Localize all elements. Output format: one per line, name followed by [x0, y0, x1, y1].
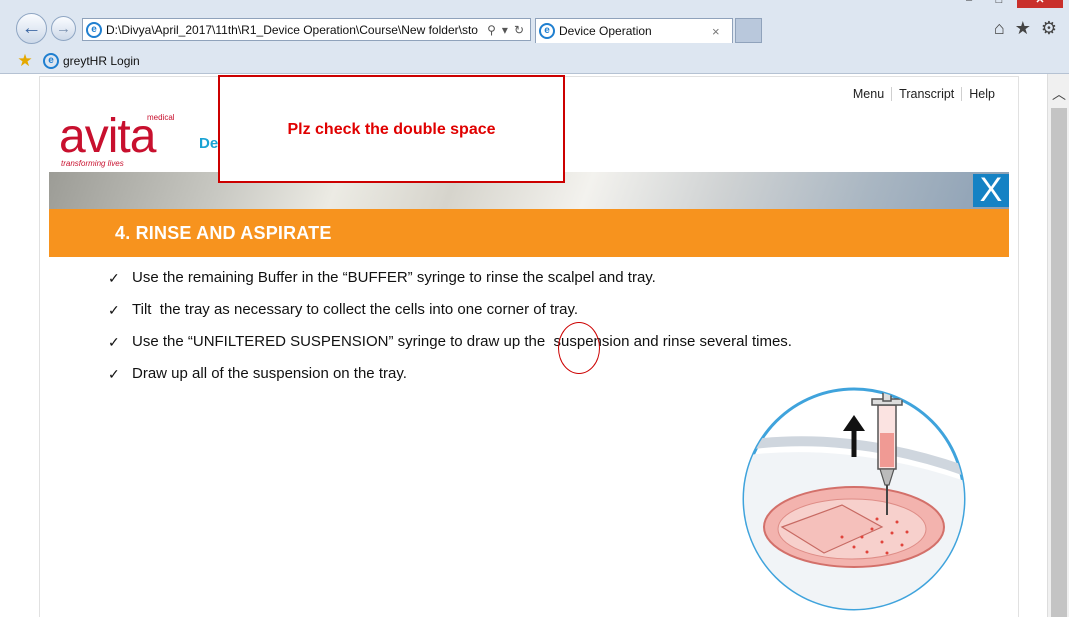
- section-header: 4. RINSE AND ASPIRATE: [49, 209, 1009, 257]
- favorites-bar: ★ e greytHR Login: [0, 48, 1069, 74]
- address-bar[interactable]: e D:\Divya\April_2017\11th\R1_Device Ope…: [82, 18, 531, 41]
- favorite-label[interactable]: greytHR Login: [63, 54, 140, 68]
- list-item: ✓ Tilt the tray as necessary to collect …: [108, 301, 792, 333]
- help-link[interactable]: Help: [961, 87, 1002, 101]
- logo-superscript: medical: [147, 113, 175, 122]
- forward-icon[interactable]: →: [51, 16, 76, 41]
- ie-icon: e: [43, 52, 59, 69]
- maximize-icon[interactable]: □: [987, 0, 1011, 8]
- review-comment-box: Plz check the double space: [218, 75, 565, 183]
- browser-chrome: – □ ✕ ← → e D:\Divya\April_2017\11th\R1_…: [0, 0, 1069, 74]
- section-title: 4. RINSE AND ASPIRATE: [115, 223, 332, 243]
- tab-close-icon[interactable]: ×: [712, 24, 726, 39]
- instruction-text: Use the “UNFILTERED SUSPENSION” syringe …: [132, 333, 792, 350]
- settings-gear-icon[interactable]: ⚙: [1041, 18, 1057, 39]
- back-icon[interactable]: ←: [16, 13, 47, 44]
- window-controls: – □ ✕: [957, 0, 1063, 8]
- search-icon[interactable]: ⚲: [487, 23, 496, 37]
- checkmark-icon: ✓: [108, 270, 120, 286]
- favorite-greythr-login[interactable]: e greytHR Login: [40, 52, 140, 69]
- scroll-thumb[interactable]: [1051, 108, 1067, 617]
- tab-device-operation[interactable]: e Device Operation ×: [535, 18, 733, 43]
- minimize-icon[interactable]: –: [957, 0, 981, 8]
- list-item: ✓ Use the “UNFILTERED SUSPENSION” syring…: [108, 333, 792, 365]
- list-item: ✓ Draw up all of the suspension on the t…: [108, 365, 792, 397]
- transcript-link[interactable]: Transcript: [891, 87, 961, 101]
- menu-link[interactable]: Menu: [846, 87, 891, 101]
- list-item: ✓ Use the remaining Buffer in the “BUFFE…: [108, 269, 792, 301]
- address-text[interactable]: D:\Divya\April_2017\11th\R1_Device Opera…: [106, 23, 481, 37]
- home-icon[interactable]: ⌂: [994, 18, 1005, 39]
- review-highlight-circle: [558, 322, 600, 374]
- course-top-nav: Menu Transcript Help: [846, 87, 1002, 101]
- logo-wordmark: avita: [59, 110, 156, 163]
- vertical-scrollbar[interactable]: ︿: [1047, 74, 1069, 617]
- favorites-star-icon[interactable]: ★: [1015, 18, 1031, 39]
- instruction-text: Draw up all of the suspension on the tra…: [132, 365, 407, 382]
- checkmark-icon: ✓: [108, 334, 120, 350]
- dropdown-icon[interactable]: ▾: [502, 23, 508, 37]
- add-favorite-icon[interactable]: ★: [16, 51, 34, 70]
- tab-title: Device Operation: [559, 24, 652, 38]
- review-comment-text: Plz check the double space: [287, 121, 496, 138]
- instruction-text: Use the remaining Buffer in the “BUFFER”…: [132, 269, 656, 286]
- refresh-icon[interactable]: ↻: [514, 23, 524, 37]
- instruction-list: ✓ Use the remaining Buffer in the “BUFFE…: [108, 269, 792, 397]
- checkmark-icon: ✓: [108, 302, 120, 318]
- checkmark-icon: ✓: [108, 366, 120, 382]
- ie-icon: e: [539, 23, 555, 39]
- syringe-tray-illustration: [742, 387, 966, 611]
- instruction-text: Tilt the tray as necessary to collect th…: [132, 301, 579, 318]
- new-tab-button[interactable]: [735, 18, 762, 43]
- close-icon[interactable]: ✕: [1017, 0, 1063, 8]
- ie-icon: e: [86, 21, 102, 38]
- avita-logo: avita medical transforming lives: [59, 110, 175, 169]
- course-title: De: [199, 135, 219, 152]
- close-course-button[interactable]: X: [973, 173, 1009, 207]
- scroll-up-icon[interactable]: ︿: [1048, 84, 1069, 102]
